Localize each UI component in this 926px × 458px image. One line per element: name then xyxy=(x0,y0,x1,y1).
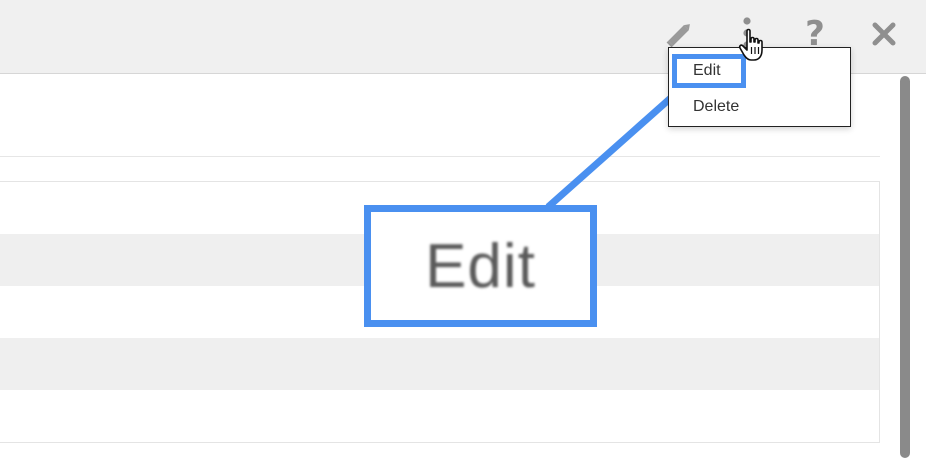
zoom-callout-label: Edit xyxy=(425,231,536,301)
hand-pointer-icon xyxy=(738,28,763,61)
edit-highlight xyxy=(672,54,746,88)
zoom-callout: Edit xyxy=(364,205,597,327)
menu-item-delete[interactable]: Delete xyxy=(669,93,850,121)
